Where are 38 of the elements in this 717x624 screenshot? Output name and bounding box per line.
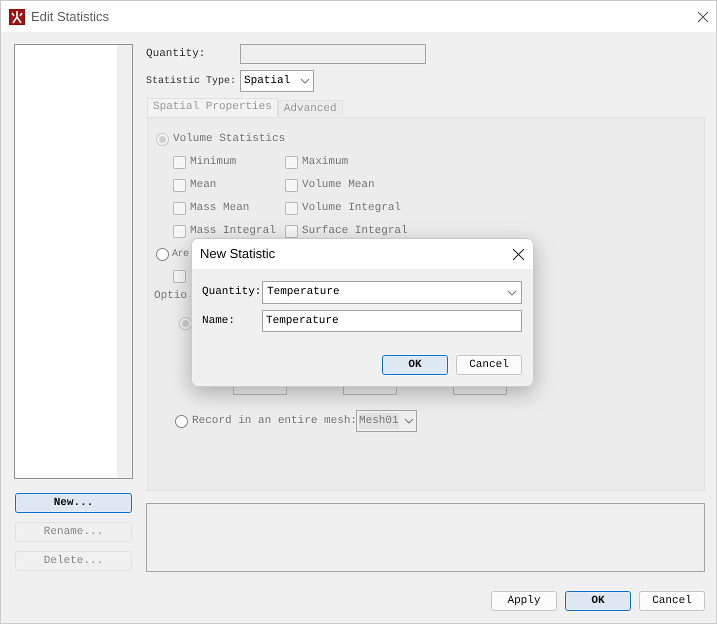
quantity-label: Quantity: bbox=[202, 285, 262, 300]
statistic-option-label: Volume Integral bbox=[302, 201, 402, 216]
quantity-field[interactable] bbox=[240, 44, 426, 64]
statistic-type-select[interactable]: Spatial bbox=[240, 70, 314, 92]
name-label: Name: bbox=[202, 314, 236, 329]
statistic-option-label: Mean bbox=[190, 178, 216, 194]
dialog-button[interactable]: OK bbox=[565, 591, 631, 611]
dialog-title: New Statistic bbox=[200, 245, 276, 264]
volume-statistics-label: Volume Statistics bbox=[173, 132, 286, 147]
statistic-option-label: Minimum bbox=[190, 155, 236, 170]
dialog-button[interactable]: OK bbox=[382, 355, 448, 375]
window-title: Edit Statistics bbox=[31, 8, 110, 26]
dialog-button[interactable]: Apply bbox=[491, 591, 557, 611]
statistic-option-label: Maximum bbox=[302, 155, 348, 170]
chevron-down-icon bbox=[507, 290, 517, 296]
statistic-option-label: Volume Mean bbox=[302, 178, 375, 194]
statistic-option-label: Surface Integral bbox=[302, 224, 408, 240]
list-action-button[interactable]: New... bbox=[15, 493, 132, 513]
radio-button[interactable] bbox=[179, 316, 192, 330]
close-icon[interactable] bbox=[697, 10, 709, 22]
statistics-list[interactable] bbox=[14, 44, 133, 479]
name-field[interactable]: Temperature bbox=[262, 310, 522, 332]
options-group-label: Optio bbox=[154, 288, 188, 304]
checkbox[interactable] bbox=[173, 270, 186, 283]
dialog-button[interactable]: Cancel bbox=[456, 355, 522, 375]
radio-button[interactable] bbox=[156, 248, 169, 260]
record-mesh-label: Record in an entire mesh: bbox=[192, 414, 352, 429]
chevron-down-icon bbox=[300, 78, 310, 84]
statistic-type-label: Statistic Type: bbox=[146, 74, 238, 88]
quantity-label: Quantity: bbox=[146, 46, 206, 62]
statistic-option-label: Mass Integral bbox=[190, 224, 276, 240]
dialog-button[interactable]: Cancel bbox=[639, 591, 705, 611]
chevron-down-icon bbox=[404, 418, 414, 424]
close-icon[interactable] bbox=[513, 248, 524, 260]
quantity-select[interactable]: Temperature bbox=[262, 281, 522, 304]
statistic-option-label: Mass Mean bbox=[190, 201, 250, 216]
area-statistics-label: Are bbox=[172, 248, 189, 262]
app-logo-icon bbox=[9, 8, 25, 24]
